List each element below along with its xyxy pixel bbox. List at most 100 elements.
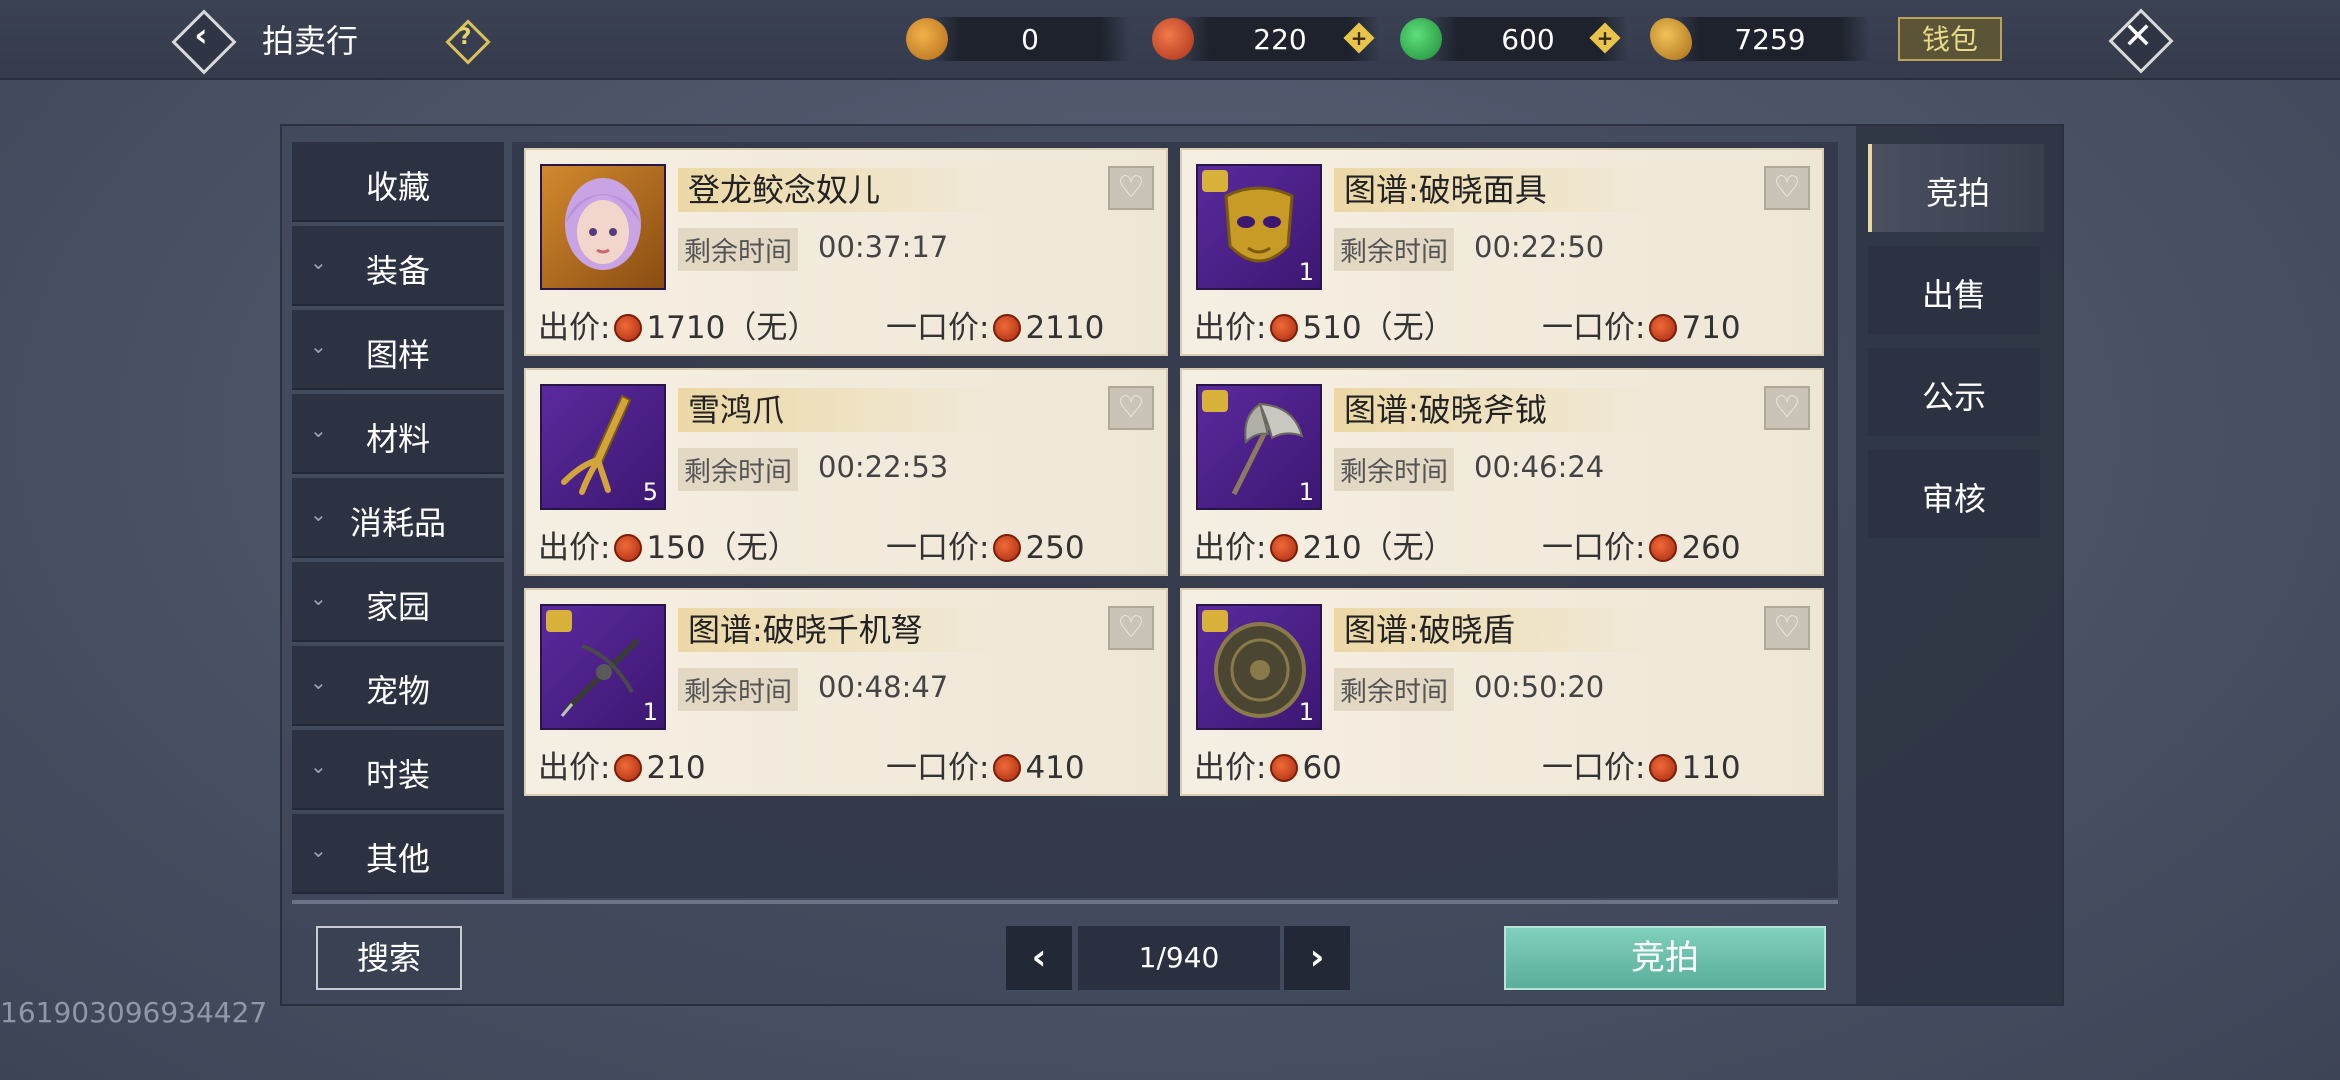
red-coin-icon <box>1649 754 1678 782</box>
red-coin-icon <box>1152 18 1194 60</box>
heart-icon: ♡ <box>1117 390 1145 425</box>
favorite-button[interactable]: ♡ <box>1764 386 1810 430</box>
add-red-coin-button[interactable]: + <box>1343 22 1375 54</box>
chevron-left-icon: ‹ <box>1031 937 1047 978</box>
close-icon: ✕ <box>2122 16 2154 57</box>
close-button[interactable]: ✕ <box>2108 8 2174 74</box>
add-jade-coin-button[interactable]: + <box>1589 22 1621 54</box>
character-portrait-icon <box>540 164 666 290</box>
time-remaining-label: 剩余时间 <box>1334 448 1454 491</box>
axe-icon: 1 <box>1196 384 1322 510</box>
listing-card[interactable]: 5 雪鸿爪 剩余时间 00:22:53 ♡ 出价: 150（无） 一口价: 250 <box>524 368 1168 576</box>
heart-icon: ♡ <box>1773 170 1801 205</box>
red-coin-icon <box>614 314 643 342</box>
sidebar-item-materials[interactable]: ⌄ 材料 <box>292 394 504 474</box>
user-id-watermark: 161903096934427 <box>0 996 268 1029</box>
time-remaining-value: 00:50:20 <box>1474 670 1605 704</box>
tab-bid[interactable]: 竞拍 <box>1868 144 2044 232</box>
tab-review[interactable]: 审核 <box>1868 450 2040 538</box>
bid-price: 出价: 210（无） <box>1194 530 1455 566</box>
time-remaining-label: 剩余时间 <box>1334 668 1454 711</box>
page-indicator[interactable]: 1/940 <box>1078 926 1280 990</box>
currency-gold: 7259 <box>1670 17 1870 61</box>
item-name: 图谱:破晓盾 <box>1334 608 1654 652</box>
red-coin-icon <box>993 754 1022 782</box>
tab-sell[interactable]: 出售 <box>1868 246 2040 334</box>
back-button[interactable]: ‹ <box>171 9 237 75</box>
listing-card[interactable]: 1 图谱:破晓面具 剩余时间 00:22:50 ♡ 出价: 510（无） 一口价:… <box>1180 148 1824 356</box>
jade-coin-icon <box>1400 18 1442 60</box>
time-remaining-value: 00:22:53 <box>818 450 949 484</box>
item-name: 图谱:破晓斧钺 <box>1334 388 1654 432</box>
item-name: 雪鸿爪 <box>678 388 998 432</box>
heart-icon: ♡ <box>1773 610 1801 645</box>
claw-icon: 5 <box>540 384 666 510</box>
copper-coin-icon <box>906 18 948 60</box>
plus-icon: + <box>1350 26 1368 50</box>
heart-icon: ♡ <box>1773 390 1801 425</box>
red-coin-icon <box>993 314 1022 342</box>
wallet-button[interactable]: 钱包 <box>1898 17 2002 61</box>
heart-icon: ♡ <box>1117 610 1145 645</box>
red-coin-icon <box>993 534 1022 562</box>
time-remaining-value: 00:37:17 <box>818 230 949 264</box>
crossbow-icon: 1 <box>540 604 666 730</box>
tab-public[interactable]: 公示 <box>1868 348 2040 436</box>
bid-price: 出价: 510（无） <box>1194 310 1455 346</box>
prev-page-button[interactable]: ‹ <box>1006 926 1072 990</box>
plus-icon: + <box>1596 26 1614 50</box>
divider <box>292 900 1838 904</box>
next-page-button[interactable]: › <box>1284 926 1350 990</box>
sidebar-item-fashion[interactable]: ⌄ 时装 <box>292 730 504 810</box>
page-title: 拍卖行 <box>262 22 359 60</box>
listing-card[interactable]: 登龙鲛念奴儿 剩余时间 00:37:17 ♡ 出价: 1710（无） 一口价: 21… <box>524 148 1168 356</box>
search-button[interactable]: 搜索 <box>316 926 462 990</box>
sidebar-item-favorites[interactable]: 收藏 <box>292 142 504 222</box>
red-coin-icon <box>614 754 643 782</box>
time-remaining-label: 剩余时间 <box>678 228 798 271</box>
bid-button[interactable]: 竞拍 <box>1504 926 1826 990</box>
chevron-left-icon: ‹ <box>194 16 208 54</box>
time-remaining-label: 剩余时间 <box>1334 228 1454 271</box>
time-remaining-value: 00:48:47 <box>818 670 949 704</box>
buyout-price: 一口价: 410 <box>886 750 1085 786</box>
item-name: 图谱:破晓面具 <box>1334 168 1654 212</box>
sidebar-item-other[interactable]: ⌄ 其他 <box>292 814 504 894</box>
red-coin-icon <box>1649 534 1678 562</box>
question-icon: ? <box>458 25 472 50</box>
favorite-button[interactable]: ♡ <box>1108 166 1154 210</box>
help-button[interactable]: ? <box>445 19 491 65</box>
favorite-button[interactable]: ♡ <box>1108 606 1154 650</box>
buyout-price: 一口价: 2110 <box>886 310 1105 346</box>
red-coin-icon <box>1270 314 1299 342</box>
sidebar-item-patterns[interactable]: ⌄ 图样 <box>292 310 504 390</box>
item-name: 登龙鲛念奴儿 <box>678 168 998 212</box>
mode-tabs: 竞拍 出售 公示 审核 <box>1856 124 2064 1006</box>
time-remaining-label: 剩余时间 <box>678 448 798 491</box>
buyout-price: 一口价: 250 <box>886 530 1085 566</box>
bid-price: 出价: 1710（无） <box>538 310 819 346</box>
time-remaining-value: 00:22:50 <box>1474 230 1605 264</box>
bid-price: 出价: 150（无） <box>538 530 799 566</box>
buyout-price: 一口价: 710 <box>1542 310 1741 346</box>
chevron-right-icon: › <box>1309 937 1325 978</box>
red-coin-icon <box>1649 314 1678 342</box>
time-remaining-value: 00:46:24 <box>1474 450 1605 484</box>
sidebar-item-home[interactable]: ⌄ 家园 <box>292 562 504 642</box>
buyout-price: 一口价: 260 <box>1542 530 1741 566</box>
favorite-button[interactable]: ♡ <box>1108 386 1154 430</box>
time-remaining-label: 剩余时间 <box>678 668 798 711</box>
bid-price: 出价: 60 <box>1194 750 1342 786</box>
bid-price: 出价: 210 <box>538 750 706 786</box>
category-sidebar: 收藏 ⌄ 装备 ⌄ 图样 ⌄ 材料 ⌄ 消耗品 ⌄ 家园 ⌄ 宠物 ⌄ 时装 ⌄… <box>292 142 504 898</box>
sidebar-item-equipment[interactable]: ⌄ 装备 <box>292 226 504 306</box>
listing-card[interactable]: 1 图谱:破晓盾 剩余时间 00:50:20 ♡ 出价: 60 一口价: 110 <box>1180 588 1824 796</box>
favorite-button[interactable]: ♡ <box>1764 606 1810 650</box>
favorite-button[interactable]: ♡ <box>1764 166 1810 210</box>
shield-icon: 1 <box>1196 604 1322 730</box>
item-name: 图谱:破晓千机弩 <box>678 608 998 652</box>
sidebar-item-pets[interactable]: ⌄ 宠物 <box>292 646 504 726</box>
listing-card[interactable]: 1 图谱:破晓千机弩 剩余时间 00:48:47 ♡ 出价: 210 一口价: 41… <box>524 588 1168 796</box>
listing-card[interactable]: 1 图谱:破晓斧钺 剩余时间 00:46:24 ♡ 出价: 210（无） 一口价:… <box>1180 368 1824 576</box>
sidebar-item-consumables[interactable]: ⌄ 消耗品 <box>292 478 504 558</box>
